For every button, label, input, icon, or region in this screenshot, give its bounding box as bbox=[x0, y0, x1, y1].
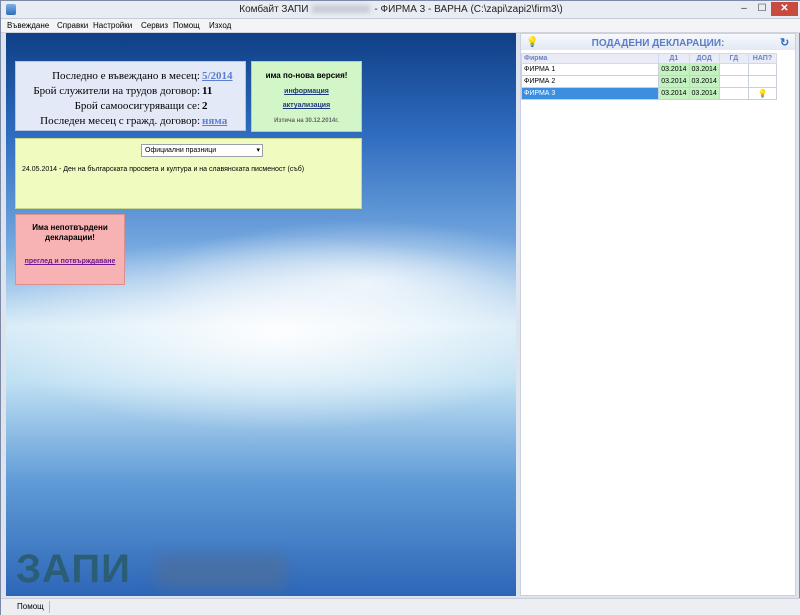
d1-cell: 03.2014 bbox=[658, 75, 690, 88]
menu-servis[interactable]: Сервиз bbox=[141, 21, 168, 30]
dod-cell: 03.2014 bbox=[688, 87, 720, 100]
d1-cell: 03.2014 bbox=[658, 63, 690, 76]
window-title-suffix: - ФИРМА 3 - ВАРНА (C:\zapi\zapi2\firm3\) bbox=[374, 4, 563, 15]
table-row[interactable]: ФИРМА 2 03.2014 03.2014 bbox=[520, 75, 778, 88]
declarations-header: 💡 ПОДАДЕНИ ДЕКЛАРАЦИИ: ↻ bbox=[521, 34, 795, 50]
window-title-prefix: Комбайт ЗАПИ bbox=[239, 4, 309, 15]
app-logo: ЗАПИ bbox=[16, 547, 131, 591]
main-work-area: Последно е въвеждано в месец: 5/2014 Бро… bbox=[6, 33, 516, 596]
status-help-text: Помощ bbox=[17, 602, 44, 611]
app-window: Комбайт ЗАПИ - ФИРМА 3 - ВАРНА (C:\zapi\z… bbox=[0, 0, 800, 615]
selfinsured-label: Брой самоосигуряващи се: bbox=[74, 100, 200, 112]
selfinsured-value: 2 bbox=[202, 100, 208, 112]
last-month-row: Последно е въвеждано в месец: 5/2014 bbox=[16, 70, 247, 84]
dod-cell: 03.2014 bbox=[688, 75, 720, 88]
firm-cell: ФИРМА 3 bbox=[520, 87, 660, 100]
holidays-select[interactable]: Официални празници ▾ bbox=[141, 144, 263, 157]
last-month-label: Последно е въвеждано в месец: bbox=[52, 70, 200, 82]
refresh-icon[interactable]: ↻ bbox=[780, 36, 789, 49]
gd-cell bbox=[718, 63, 749, 76]
d1-cell: 03.2014 bbox=[658, 87, 690, 100]
menu-nastroyki[interactable]: Настройки bbox=[93, 21, 132, 30]
minimize-button[interactable]: – bbox=[735, 2, 753, 16]
menu-bar: Въвеждане Справки Настройки Сервиз Помощ… bbox=[1, 19, 800, 33]
nap-cell bbox=[747, 63, 778, 76]
new-version-title: има по-нова версия! bbox=[265, 71, 348, 80]
nap-cell bbox=[747, 75, 778, 88]
summary-panel: Последно е въвеждано в месец: 5/2014 Бро… bbox=[15, 61, 246, 131]
table-row[interactable]: ФИРМА 1 03.2014 03.2014 bbox=[520, 63, 778, 76]
holiday-entry: 24.05.2014 - Ден на българската просвета… bbox=[22, 166, 305, 173]
gd-cell bbox=[718, 75, 749, 88]
maximize-button[interactable]: ☐ bbox=[753, 2, 771, 16]
menu-pomosht[interactable]: Помощ bbox=[173, 21, 200, 30]
holidays-select-value: Официални празници bbox=[145, 147, 217, 154]
civil-contract-link[interactable]: няма bbox=[202, 115, 227, 127]
menu-izhod[interactable]: Изход bbox=[209, 21, 231, 30]
firm-cell: ФИРМА 1 bbox=[520, 63, 660, 76]
version-info-link[interactable]: информация bbox=[252, 88, 361, 95]
dod-cell: 03.2014 bbox=[688, 63, 720, 76]
unconfirmed-title: Има непотвърдени декларации! bbox=[32, 223, 108, 242]
firm-cell: ФИРМА 2 bbox=[520, 75, 660, 88]
declarations-panel: 💡 ПОДАДЕНИ ДЕКЛАРАЦИИ: ↻ Фирма Д1 ДОД ГД… bbox=[520, 33, 796, 596]
column-header-gd[interactable]: ГД bbox=[718, 53, 749, 64]
menu-spravki[interactable]: Справки bbox=[57, 21, 88, 30]
unconfirmed-panel: Има непотвърдени декларации! преглед и п… bbox=[15, 214, 125, 285]
license-expiry: Изтича на 30.12.2014г. bbox=[274, 118, 339, 124]
close-button[interactable]: ✕ bbox=[771, 2, 798, 16]
table-header-row: Фирма Д1 ДОД ГД НАП? bbox=[520, 53, 778, 64]
redacted-logo-number bbox=[156, 555, 286, 589]
new-version-panel: има по-нова версия! информация актуализа… bbox=[251, 61, 362, 132]
selfinsured-row: Брой самоосигуряващи се: 2 bbox=[16, 100, 247, 114]
employees-value: 11 bbox=[202, 85, 213, 97]
table-row-selected[interactable]: ФИРМА 3 03.2014 03.2014 💡 bbox=[520, 87, 778, 100]
review-confirm-link[interactable]: преглед и потвърждаване bbox=[16, 258, 124, 266]
column-header-firm[interactable]: Фирма bbox=[520, 53, 660, 64]
column-header-dod[interactable]: ДОД bbox=[688, 53, 720, 64]
version-update-link[interactable]: актуализация bbox=[252, 102, 361, 109]
menu-vavezhdane[interactable]: Въвеждане bbox=[7, 21, 49, 30]
gd-cell bbox=[718, 87, 749, 100]
redacted-text bbox=[312, 5, 371, 14]
title-bar: Комбайт ЗАПИ - ФИРМА 3 - ВАРНА (C:\zapi\z… bbox=[1, 1, 800, 19]
employees-row: Брой служители на трудов договор: 11 bbox=[16, 85, 247, 99]
status-bar: Помощ bbox=[1, 598, 800, 615]
window-title: Комбайт ЗАПИ - ФИРМА 3 - ВАРНА (C:\zapi\z… bbox=[1, 4, 800, 15]
civil-contract-row: Последен месец с гражд. договор: няма bbox=[16, 115, 247, 129]
column-header-d1[interactable]: Д1 bbox=[658, 53, 690, 64]
civil-contract-label: Последен месец с гражд. договор: bbox=[40, 115, 200, 127]
last-month-link[interactable]: 5/2014 bbox=[202, 70, 233, 82]
holidays-panel: Официални празници ▾ 24.05.2014 - Ден на… bbox=[15, 138, 362, 209]
declarations-table: Фирма Д1 ДОД ГД НАП? ФИРМА 1 03.2014 03.… bbox=[520, 53, 778, 100]
chevron-down-icon: ▾ bbox=[256, 147, 260, 154]
nap-lightbulb-icon[interactable]: 💡 bbox=[747, 87, 778, 100]
status-divider bbox=[49, 601, 50, 613]
employees-label: Брой служители на трудов договор: bbox=[33, 85, 200, 97]
declarations-title: ПОДАДЕНИ ДЕКЛАРАЦИИ: bbox=[591, 38, 725, 49]
column-header-nap[interactable]: НАП? bbox=[747, 53, 778, 64]
